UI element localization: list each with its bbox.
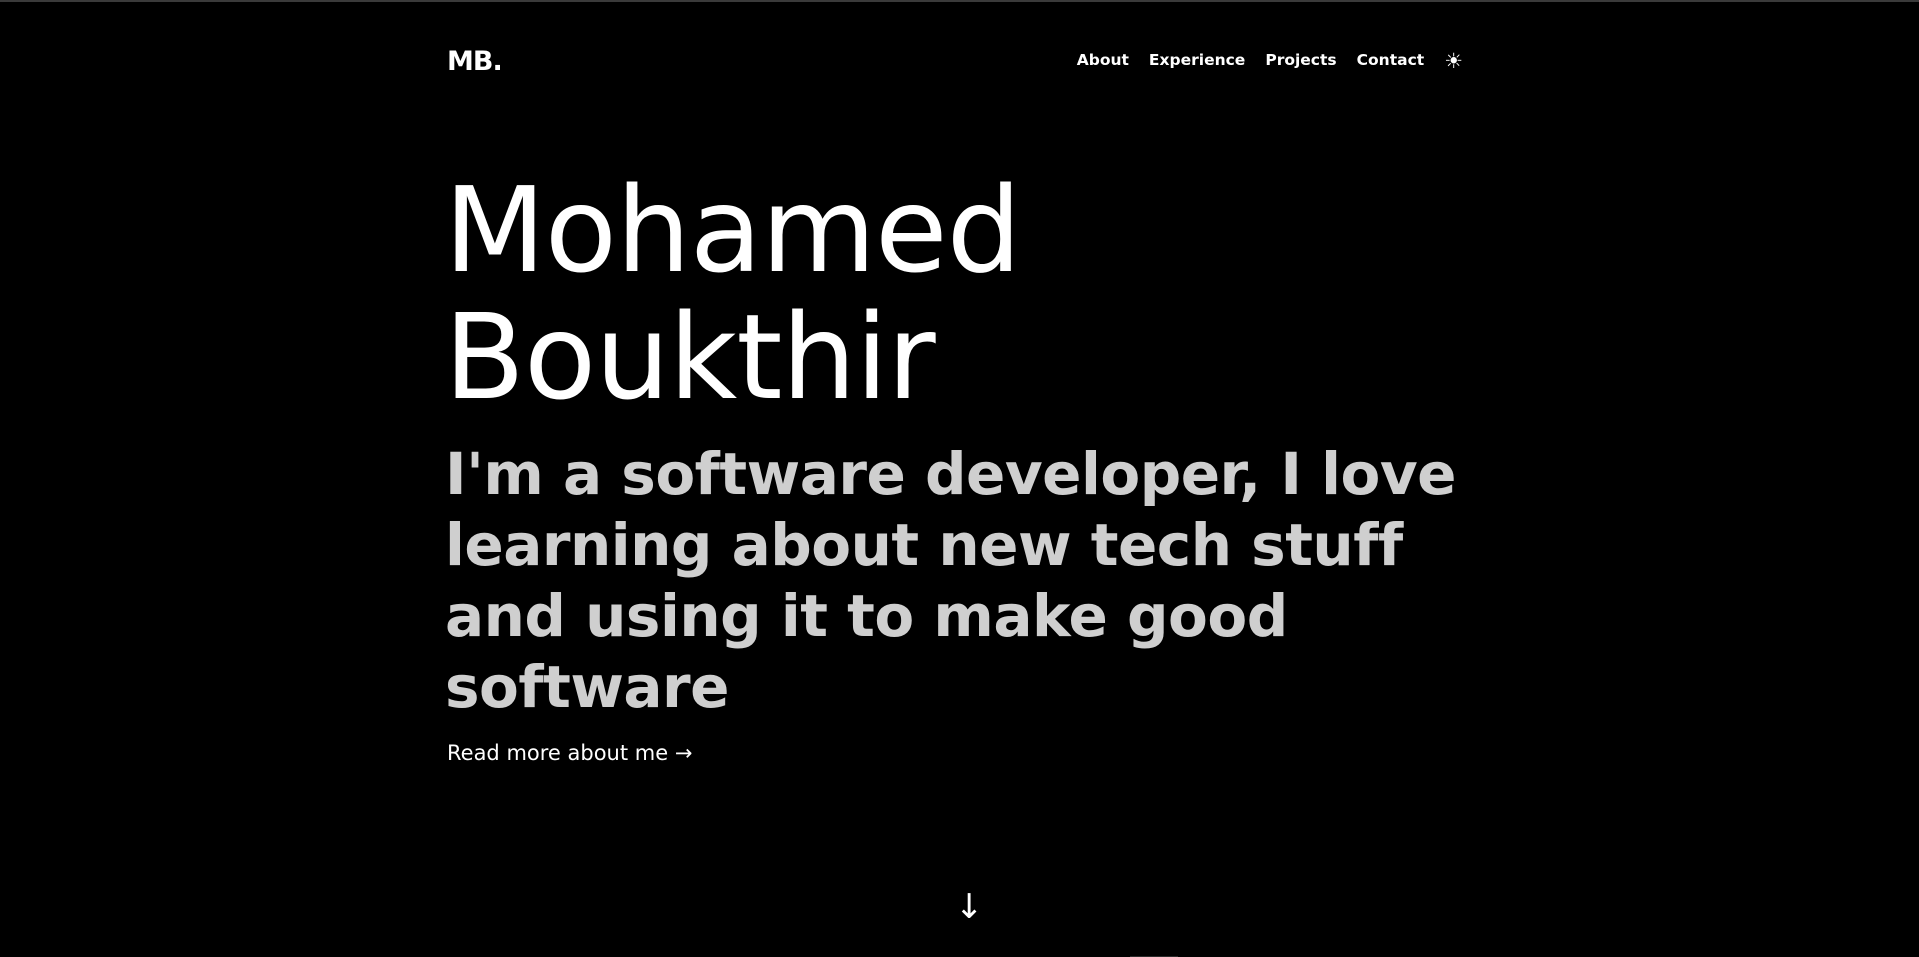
hero-name: Mohamed Boukthir xyxy=(444,161,1022,426)
read-more-link[interactable]: Read more about me → xyxy=(447,739,692,767)
nav-link-projects[interactable]: Projects xyxy=(1265,53,1336,69)
nav-link-contact[interactable]: Contact xyxy=(1357,53,1425,69)
nav-link-experience[interactable]: Experience xyxy=(1149,53,1245,69)
hero-name-last: Boukthir xyxy=(444,288,936,426)
page-container: MB. About Experience Projects Contact ☀ … xyxy=(444,2,1463,957)
theme-toggle-sun-icon[interactable]: ☀ xyxy=(1444,50,1463,72)
site-logo[interactable]: MB. xyxy=(447,48,503,75)
hero-tagline: I'm a software developer, I love learnin… xyxy=(445,440,1457,721)
nav-link-about[interactable]: About xyxy=(1077,53,1129,69)
navbar: MB. About Experience Projects Contact ☀ xyxy=(447,46,1463,78)
hero-name-first: Mohamed xyxy=(444,161,1022,299)
scroll-down-arrow-icon[interactable]: ↓ xyxy=(955,890,984,924)
nav-links: About Experience Projects Contact ☀ xyxy=(1077,49,1463,73)
